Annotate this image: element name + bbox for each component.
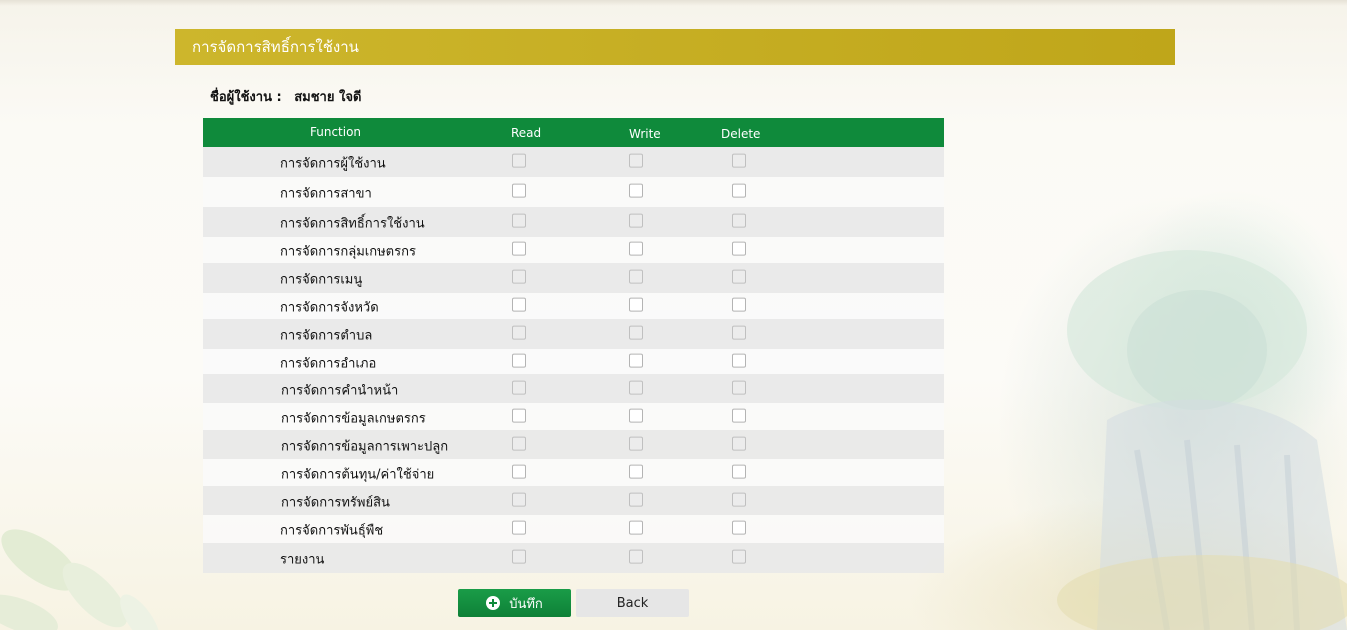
write-checkbox[interactable] — [629, 269, 643, 284]
delete-checkbox[interactable] — [732, 353, 746, 368]
function-name: การจัดการสาขา — [280, 186, 372, 202]
delete-checkbox[interactable] — [732, 213, 746, 228]
write-checkbox[interactable] — [629, 183, 643, 198]
table-row: การจัดการคำนำหน้า — [203, 374, 944, 403]
permission-table: Function Read Write Delete การจัดการผู้ใ… — [203, 118, 944, 573]
read-checkbox[interactable] — [512, 380, 526, 395]
delete-checkbox[interactable] — [732, 153, 746, 168]
user-info: ชื่อผู้ใช้งาน : สมชาย ใจดี — [210, 86, 361, 107]
read-checkbox[interactable] — [512, 353, 526, 368]
table-header: Function Read Write Delete — [203, 118, 944, 147]
write-checkbox[interactable] — [629, 353, 643, 368]
function-name: การจัดการจังหวัด — [280, 300, 379, 316]
function-name: การจัดการสิทธิ์การใช้งาน — [280, 216, 425, 232]
table-row: การจัดการทรัพย์สิน — [203, 486, 944, 515]
table-row: การจัดการเมนู — [203, 263, 944, 293]
column-header-read: Read — [511, 126, 542, 140]
read-checkbox[interactable] — [512, 464, 526, 479]
delete-checkbox[interactable] — [732, 549, 746, 564]
function-name: การจัดการคำนำหน้า — [281, 383, 399, 399]
read-checkbox[interactable] — [512, 408, 526, 423]
function-name: การจัดการพันธุ์พืช — [280, 523, 384, 539]
write-checkbox[interactable] — [629, 436, 643, 451]
table-row: การจัดการจังหวัด — [203, 293, 944, 319]
function-name: การจัดการอำเภอ — [280, 356, 377, 372]
column-header-write: Write — [629, 127, 661, 141]
function-name: การจัดการข้อมูลการเพาะปลูก — [281, 439, 449, 455]
table-row: การจัดการสิทธิ์การใช้งาน — [203, 207, 944, 237]
read-checkbox[interactable] — [512, 549, 526, 564]
table-row: การจัดการข้อมูลการเพาะปลูก — [203, 430, 944, 459]
back-button[interactable]: Back — [576, 589, 689, 617]
delete-checkbox[interactable] — [732, 492, 746, 507]
delete-checkbox[interactable] — [732, 325, 746, 340]
function-name: การจัดการกลุ่มเกษตรกร — [280, 244, 416, 260]
table-row: การจัดการพันธุ์พืช — [203, 515, 944, 543]
user-label: ชื่อผู้ใช้งาน : — [210, 90, 282, 105]
table-row: การจัดการกลุ่มเกษตรกร — [203, 237, 944, 263]
delete-checkbox[interactable] — [732, 436, 746, 451]
table-row: การจัดการอำเภอ — [203, 349, 944, 374]
write-checkbox[interactable] — [629, 549, 643, 564]
read-checkbox[interactable] — [512, 183, 526, 198]
write-checkbox[interactable] — [629, 380, 643, 395]
function-name: การจัดการตำบล — [280, 328, 373, 344]
write-checkbox[interactable] — [629, 408, 643, 423]
read-checkbox[interactable] — [512, 213, 526, 228]
save-button[interactable]: บันทึก — [458, 589, 571, 617]
table-row: การจัดการผู้ใช้งาน — [203, 147, 944, 177]
delete-checkbox[interactable] — [732, 464, 746, 479]
read-checkbox[interactable] — [512, 492, 526, 507]
leaf-decoration — [0, 529, 160, 630]
write-checkbox[interactable] — [629, 325, 643, 340]
read-checkbox[interactable] — [512, 269, 526, 284]
function-name: การจัดการข้อมูลเกษตรกร — [281, 411, 426, 427]
read-checkbox[interactable] — [512, 325, 526, 340]
delete-checkbox[interactable] — [732, 183, 746, 198]
write-checkbox[interactable] — [629, 492, 643, 507]
write-checkbox[interactable] — [629, 520, 643, 535]
write-checkbox[interactable] — [629, 297, 643, 312]
read-checkbox[interactable] — [512, 241, 526, 256]
table-row: การจัดการสาขา — [203, 177, 944, 207]
read-checkbox[interactable] — [512, 436, 526, 451]
function-name: การจัดการทรัพย์สิน — [281, 495, 390, 511]
delete-checkbox[interactable] — [732, 380, 746, 395]
write-checkbox[interactable] — [629, 153, 643, 168]
plus-circle-icon — [486, 596, 501, 610]
function-name: การจัดการต้นทุน/ค่าใช้จ่าย — [281, 467, 435, 483]
save-button-label: บันทึก — [509, 596, 543, 612]
page-title-bar: การจัดการสิทธิ์การใช้งาน — [175, 29, 1175, 65]
table-row: รายงาน — [203, 543, 944, 573]
function-name: การจัดการผู้ใช้งาน — [280, 156, 386, 172]
farmer-background-image — [1057, 250, 1347, 630]
delete-checkbox[interactable] — [732, 408, 746, 423]
write-checkbox[interactable] — [629, 464, 643, 479]
read-checkbox[interactable] — [512, 520, 526, 535]
column-header-delete: Delete — [721, 127, 761, 141]
delete-checkbox[interactable] — [732, 520, 746, 535]
read-checkbox[interactable] — [512, 153, 526, 168]
write-checkbox[interactable] — [629, 241, 643, 256]
column-header-function: Function — [310, 125, 362, 139]
back-button-label: Back — [616, 596, 649, 611]
top-shade — [0, 0, 1347, 6]
write-checkbox[interactable] — [629, 213, 643, 228]
function-name: รายงาน — [280, 552, 325, 568]
table-row: การจัดการข้อมูลเกษตรกร — [203, 403, 944, 430]
page-title: การจัดการสิทธิ์การใช้งาน — [192, 38, 359, 56]
read-checkbox[interactable] — [512, 297, 526, 312]
table-row: การจัดการตำบล — [203, 319, 944, 349]
delete-checkbox[interactable] — [732, 241, 746, 256]
function-name: การจัดการเมนู — [280, 272, 363, 288]
delete-checkbox[interactable] — [732, 269, 746, 284]
table-row: การจัดการต้นทุน/ค่าใช้จ่าย — [203, 459, 944, 486]
delete-checkbox[interactable] — [732, 297, 746, 312]
user-name: สมชาย ใจดี — [294, 90, 362, 105]
